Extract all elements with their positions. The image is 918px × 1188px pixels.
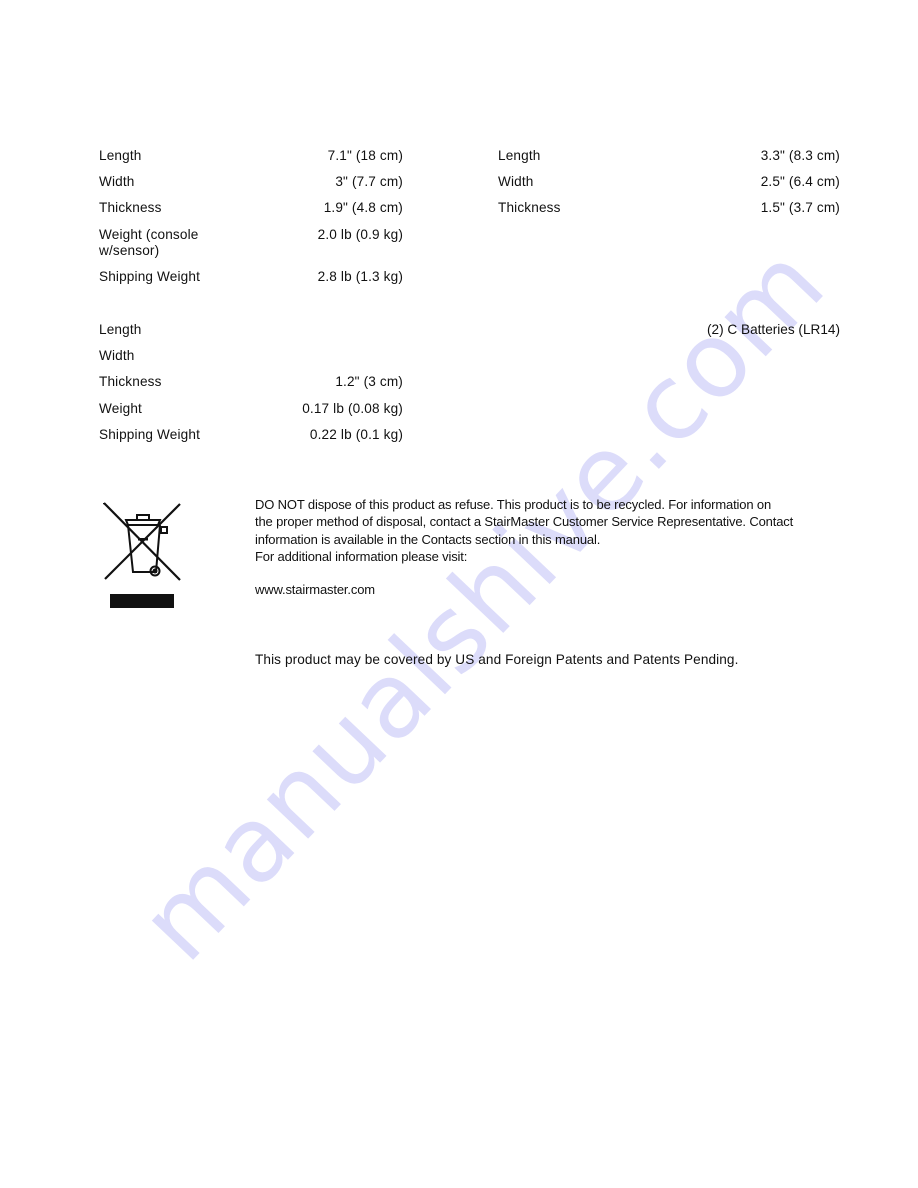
spec-value: 1.2" (3 cm) xyxy=(335,374,403,389)
spec-label: Width xyxy=(99,348,135,363)
spec-label: Shipping Weight xyxy=(99,427,200,442)
disposal-line: DO NOT dispose of this product as refuse… xyxy=(255,497,772,512)
sensor-spec-table: Length 3.3" (8.3 cm) Width 2.5" (6.4 cm)… xyxy=(498,148,840,218)
spec-value: 3" (7.7 cm) xyxy=(335,174,403,189)
spec-value: 0.22 lb (0.1 kg) xyxy=(309,427,403,442)
patent-notice: This product may be covered by US and Fo… xyxy=(255,652,739,667)
spec-label: Length xyxy=(498,148,541,163)
spec-label: Thickness xyxy=(498,200,561,215)
battery-spec: (2) C Batteries (LR14) xyxy=(707,322,840,337)
spec-label: Shipping Weight xyxy=(99,269,200,284)
disposal-line: information is available in the Contacts… xyxy=(255,531,601,547)
weee-crossed-out-bin-icon xyxy=(103,502,181,608)
strap-spec-table: Length Width Thickness 1.2" (3 cm) Weigh… xyxy=(99,322,403,452)
disposal-line: For additional information please visit: xyxy=(255,548,468,564)
disposal-notice: DO NOT dispose of this product as refuse… xyxy=(255,496,815,565)
spec-value: 1.5" (3.7 cm) xyxy=(760,200,840,215)
spec-label: Length xyxy=(99,322,142,337)
spec-label-line2: w/sensor) xyxy=(99,243,160,258)
spec-label: Length xyxy=(99,148,142,163)
spec-label: Thickness xyxy=(99,374,162,389)
spec-label: Thickness xyxy=(99,200,162,215)
spec-value: 1.9" (4.8 cm) xyxy=(323,200,403,215)
spec-label: Width xyxy=(99,174,135,189)
spec-label: Weight (console w/sensor) xyxy=(99,227,198,259)
spec-value: 2.8 lb (1.3 kg) xyxy=(317,269,403,284)
spec-label: Width xyxy=(498,174,534,189)
spec-label-line1: Weight (console xyxy=(99,227,199,242)
spec-value: 7.1" (18 cm) xyxy=(327,148,403,163)
console-spec-table: Length 7.1" (18 cm) Width 3" (7.7 cm) Th… xyxy=(99,148,403,288)
spec-value: 0.17 lb (0.08 kg) xyxy=(302,401,403,416)
spec-value: 2.0 lb (0.9 kg) xyxy=(317,227,403,242)
spec-label: Weight xyxy=(99,401,142,416)
spec-value: 2.5" (6.4 cm) xyxy=(760,174,840,189)
disposal-line: the proper method of disposal, contact a… xyxy=(255,514,794,530)
spec-value: 3.3" (8.3 cm) xyxy=(760,148,840,163)
website-link[interactable]: www.stairmaster.com xyxy=(255,582,375,597)
